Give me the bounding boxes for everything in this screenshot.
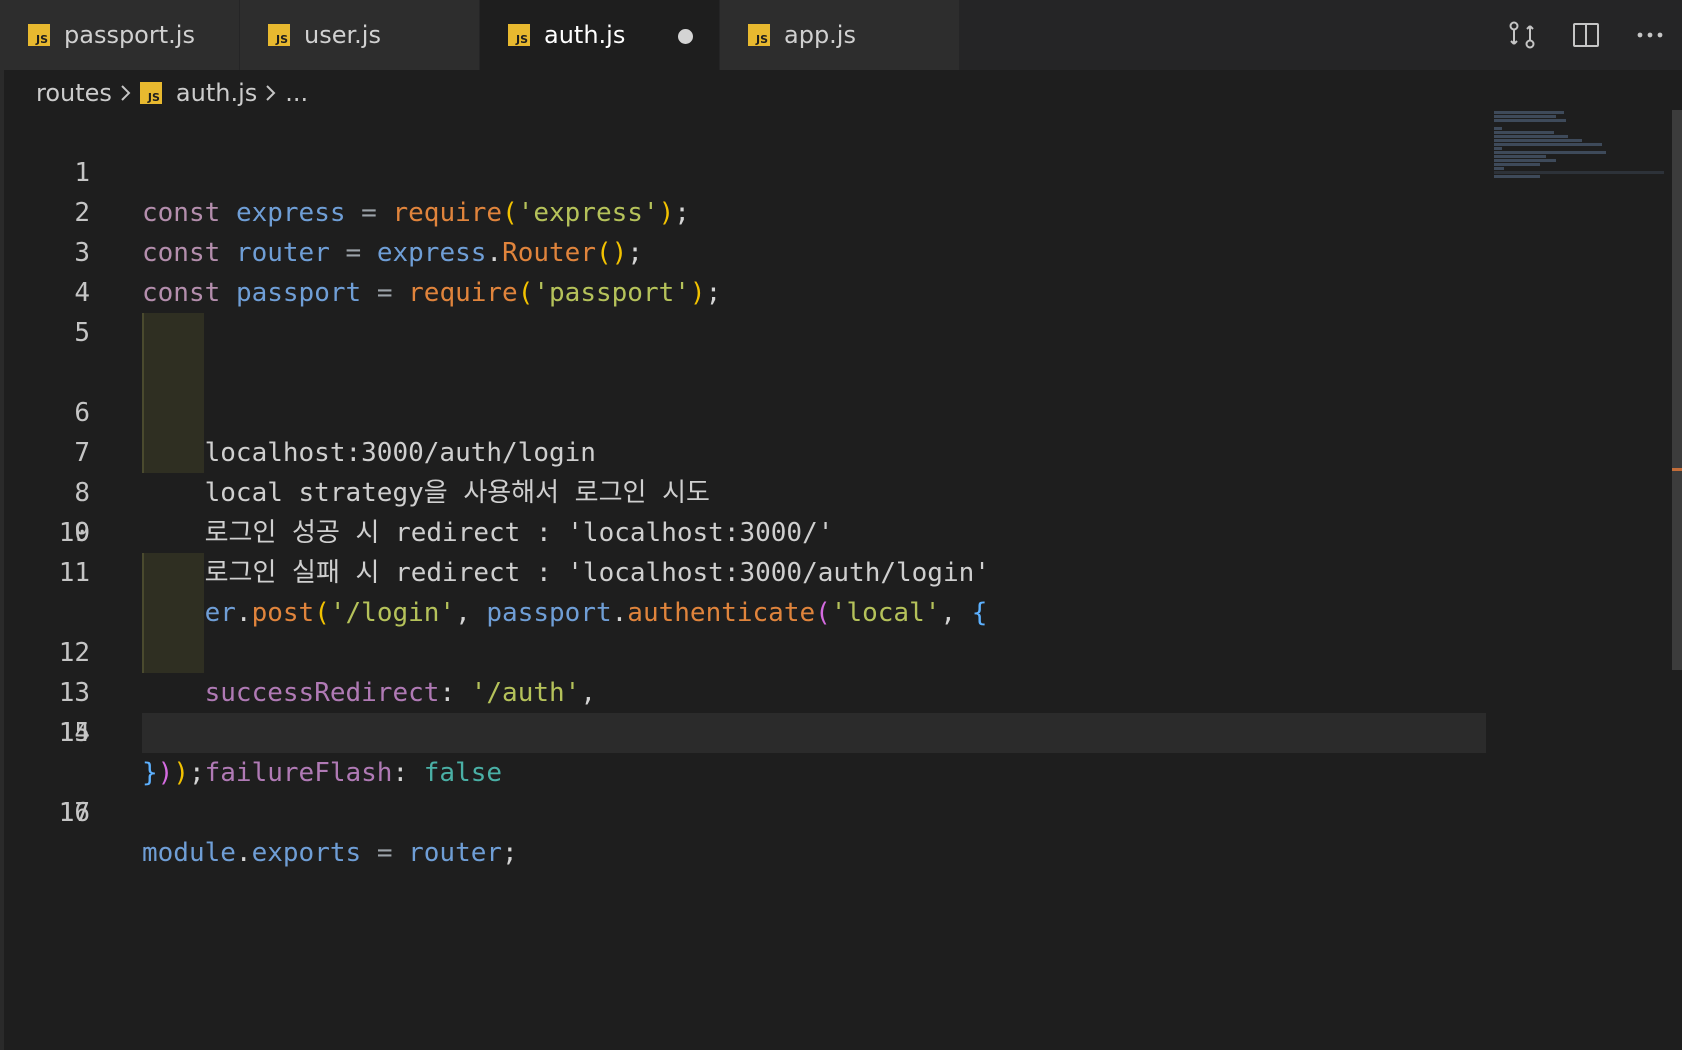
indent-guide <box>142 433 204 473</box>
breadcrumb-folder[interactable]: routes <box>36 79 112 107</box>
code-line[interactable]: 8 로그인 성공 시 redirect : 'localhost:3000/' <box>0 393 1490 548</box>
code-line[interactable]: 14 failureFlash: false <box>0 633 1490 788</box>
code-line[interactable]: 17 module.exports = router; <box>0 753 1490 868</box>
code-line[interactable]: 13 failureRedirect: '/auth/login', <box>0 593 1490 748</box>
js-file-icon: JS <box>268 24 290 46</box>
indent-guide <box>142 313 204 353</box>
more-actions-button[interactable] <box>1618 0 1682 70</box>
code-line[interactable]: 9 로그인 실패 시 redirect : 'localhost:3000/au… <box>0 433 1490 588</box>
code-line[interactable]: 3 const passport = require('passport'); <box>0 193 1490 308</box>
code-line-current[interactable]: 16 <box>0 713 1490 828</box>
unsaved-changes-dot-icon[interactable] <box>678 29 693 44</box>
split-editor-icon <box>1573 23 1599 47</box>
tab-bar: JS passport.js JS user.js JS auth.js JS … <box>0 0 1682 70</box>
open-changes-button[interactable] <box>1490 0 1554 70</box>
code-line[interactable]: 10 */ <box>0 473 1490 588</box>
js-file-icon: JS <box>139 82 162 104</box>
indent-guide <box>142 593 204 633</box>
js-file-icon: JS <box>748 24 770 46</box>
open-changes-icon <box>1509 21 1535 49</box>
minimap[interactable] <box>1490 110 1668 190</box>
line-number: 17 <box>58 798 90 828</box>
code-line[interactable]: 4 <box>0 233 1490 308</box>
tab-label: app.js <box>784 21 856 49</box>
code-line[interactable]: 6 localhost:3000/auth/login <box>0 313 1490 468</box>
js-file-icon: JS <box>28 24 50 46</box>
chevron-right-icon <box>120 83 132 103</box>
editor-toolbar <box>1490 0 1682 70</box>
code-line[interactable]: 11 router.post('/login', passport.authen… <box>0 513 1490 628</box>
code-line[interactable]: 2 const router = express.Router(); <box>0 153 1490 268</box>
indent-guide <box>142 553 204 593</box>
code-line[interactable]: 7 local strategy을 사용해서 로그인 시도 <box>0 353 1490 508</box>
breadcrumb-symbol-ellipsis[interactable]: ... <box>285 79 308 107</box>
scrollbar-cursor-marker <box>1672 468 1682 471</box>
indent-guide <box>142 353 204 393</box>
chevron-right-icon <box>265 83 277 103</box>
tab-label: passport.js <box>64 21 195 49</box>
code-editor[interactable]: 1 const express = require('express'); 2 … <box>0 113 1490 1050</box>
vertical-scrollbar[interactable] <box>1672 110 1682 670</box>
tab-label: auth.js <box>544 21 626 49</box>
more-actions-icon <box>1637 32 1663 38</box>
code-line[interactable]: 5 /* <box>0 273 1490 388</box>
tab-app-js[interactable]: JS app.js <box>720 0 960 70</box>
code-line[interactable]: 1 const express = require('express'); <box>0 113 1490 228</box>
breadcrumb-file[interactable]: auth.js <box>176 79 257 107</box>
indent-guide <box>142 393 204 433</box>
tab-user-js[interactable]: JS user.js <box>240 0 480 70</box>
code-line[interactable]: 12 successRedirect: '/auth', <box>0 553 1490 708</box>
js-file-icon: JS <box>508 24 530 46</box>
indent-guide <box>142 633 204 673</box>
breadcrumb: routes JS auth.js ... <box>36 76 308 110</box>
tab-label: user.js <box>304 21 381 49</box>
tab-auth-js[interactable]: JS auth.js <box>480 0 720 70</box>
code-line[interactable]: 15 })); <box>0 673 1490 788</box>
line-content: module.exports = router; <box>142 838 518 868</box>
current-line-highlight <box>142 713 1486 753</box>
split-editor-button[interactable] <box>1554 0 1618 70</box>
tab-passport-js[interactable]: JS passport.js <box>0 0 240 70</box>
